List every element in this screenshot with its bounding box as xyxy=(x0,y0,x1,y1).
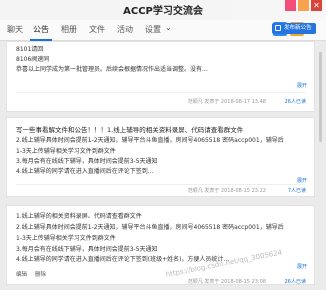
notice-card[interactable]: 1.线上辅导的相关资料录屏、代码请查看群文件 2.线上辅导具体时间会提前1-2天… xyxy=(6,205,315,285)
expand-link[interactable]: 展开 xyxy=(297,263,307,270)
notice-line: 8101请回 xyxy=(16,46,44,53)
expand-link[interactable]: 展开 xyxy=(297,82,307,89)
minimize-button[interactable] xyxy=(298,0,309,11)
close-button[interactable]: ✕ xyxy=(311,0,322,11)
publish-notice-button[interactable]: 发布新公告 xyxy=(272,23,316,34)
scrollbar[interactable] xyxy=(319,42,322,282)
notice-card[interactable]: 写一些事看解文件和公告！！！1.线上辅导的相关资料录屏、代码请查看群文件 2.线… xyxy=(6,117,315,197)
notice-meta: 范颖凡 发表于 2018-08-17 13:48 xyxy=(187,99,266,105)
notice-line: 4.线上辅导的同学请在进入直播间后在评论下签到(班级+姓名)，方便人员统计... xyxy=(16,256,230,263)
tab-notice[interactable]: 公告 xyxy=(33,24,49,35)
notice-line: 8106阀速同 xyxy=(16,56,50,63)
notice-meta: 范颖凡 发表于 2018-08-15 23:22 xyxy=(187,188,266,194)
window-title: ACCP学习交流会 xyxy=(123,6,203,17)
expand-link[interactable]: 展开 xyxy=(297,177,307,184)
edit-button[interactable]: 编辑 xyxy=(16,270,27,278)
title-bar: ACCP学习交流会 ✕ xyxy=(0,0,326,20)
notice-line: 3.每月会有在线线下辅导，具体时间会提前3-5天通知 xyxy=(16,246,158,253)
chevron-down-icon[interactable]: ⌄ xyxy=(165,23,172,32)
publish-notice-label: 发布新公告 xyxy=(284,25,312,31)
divider xyxy=(16,92,306,93)
edit-icon xyxy=(275,25,281,31)
notice-meta: 范颖凡 发表于 2018-08-15 23:08 xyxy=(187,279,266,285)
notice-line: 3.每月会有在线线下辅导，具体时间会提前3-5天通知 xyxy=(16,158,158,165)
notice-line: 2.线上辅导具体时间会提前1-2天通知，辅导平台斗鱼直播，房间号4065518 … xyxy=(16,224,284,231)
notice-line: 1-3天上传辅导相关学习文件到群文件 xyxy=(16,148,116,155)
read-count[interactable]: 7人已读 xyxy=(288,187,306,194)
notice-line: 4.线上辅导的同学请在进入直播间后在评论下签到... xyxy=(16,168,154,175)
read-count[interactable]: 26人已读 xyxy=(285,278,306,285)
divider xyxy=(16,184,306,185)
notice-line: 1-3天上传辅导相关学习文件到群文件 xyxy=(16,235,116,242)
tab-album[interactable]: 相册 xyxy=(61,24,77,35)
notice-card[interactable]: 8101请回 8106阀速同 恭喜以上同学成为第一批管理员。后续会根据情况作出适… xyxy=(6,41,315,112)
notice-line: 1.线上辅导的相关资料录屏、代码请查看群文件 xyxy=(16,213,142,220)
delete-button[interactable]: 删除 xyxy=(35,270,46,278)
notice-line: 恭喜以上同学成为第一批管理员。后续会根据情况作出适当调整。没有... xyxy=(16,66,208,73)
notice-line: 写一些事看解文件和公告！！！1.线上辅导的相关资料录屏、代码请查看群文件 xyxy=(16,126,244,134)
skin-button[interactable] xyxy=(285,0,296,11)
read-count[interactable]: 26人已读 xyxy=(285,98,306,105)
tab-settings[interactable]: 设置 xyxy=(145,24,161,35)
tab-activity[interactable]: 活动 xyxy=(117,24,133,35)
notice-line: 2.线上辅导具体时间会提前1-2天通知，辅导平台斗鱼直播，房间号4065518 … xyxy=(16,137,284,144)
tab-chat[interactable]: 聊天 xyxy=(7,24,23,35)
tab-files[interactable]: 文件 xyxy=(89,24,105,35)
scrollbar-thumb[interactable] xyxy=(319,52,322,142)
